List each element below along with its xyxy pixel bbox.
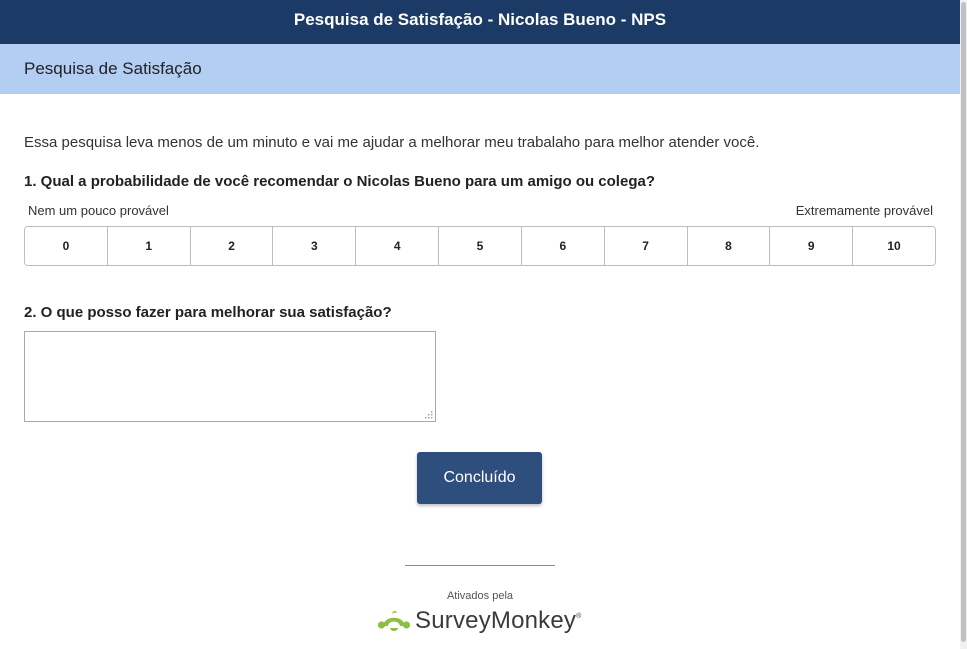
survey-title-bar: Pesquisa de Satisfação - Nicolas Bueno -… [0, 0, 960, 44]
page-title: Pesquisa de Satisfação [24, 59, 202, 78]
nps-option-5[interactable]: 5 [438, 227, 521, 265]
surveymonkey-brand-text: SurveyMonkey [415, 607, 577, 634]
nps-option-6[interactable]: 6 [520, 227, 604, 265]
question-2-title: 2. O que posso fazer para melhorar sua s… [24, 304, 392, 321]
nps-option-2[interactable]: 2 [189, 227, 273, 265]
registered-mark: ® [576, 613, 582, 620]
scrollbar-thumb[interactable] [961, 2, 966, 642]
intro-text: Essa pesquisa leva menos de um minuto e … [24, 134, 760, 151]
done-button[interactable]: Concluído [417, 452, 542, 504]
nps-option-8[interactable]: 8 [686, 227, 770, 265]
nps-option-4[interactable]: 4 [355, 227, 439, 265]
resize-handle-icon[interactable] [423, 409, 433, 419]
nps-option-3[interactable]: 3 [272, 227, 356, 265]
powered-by-label: Ativados pela [446, 590, 514, 602]
nps-scale: 0 1 2 3 4 5 6 7 8 9 10 [24, 226, 936, 266]
nps-high-label: Extremamente provável [795, 203, 933, 218]
nps-option-1[interactable]: 1 [106, 227, 190, 265]
nps-option-7[interactable]: 7 [603, 227, 687, 265]
nps-low-label: Nem um pouco provável [28, 203, 169, 218]
nps-option-10[interactable]: 10 [852, 227, 935, 265]
survey-title: Pesquisa de Satisfação - Nicolas Bueno -… [293, 10, 667, 29]
scrollbar[interactable] [960, 0, 967, 649]
question-1-title: 1. Qual a probabilidade de você recomend… [24, 173, 655, 190]
footer-divider [405, 565, 555, 566]
nps-option-0[interactable]: 0 [25, 227, 107, 265]
surveymonkey-logo[interactable]: SurveyMonkey ® [377, 605, 581, 637]
nps-option-9[interactable]: 9 [769, 227, 853, 265]
surveymonkey-logo-icon [377, 610, 411, 631]
nps-scale-labels: Nem um pouco provável Extremamente prová… [28, 203, 933, 218]
page-header: Pesquisa de Satisfação [0, 44, 960, 94]
feedback-textarea[interactable] [24, 331, 436, 422]
